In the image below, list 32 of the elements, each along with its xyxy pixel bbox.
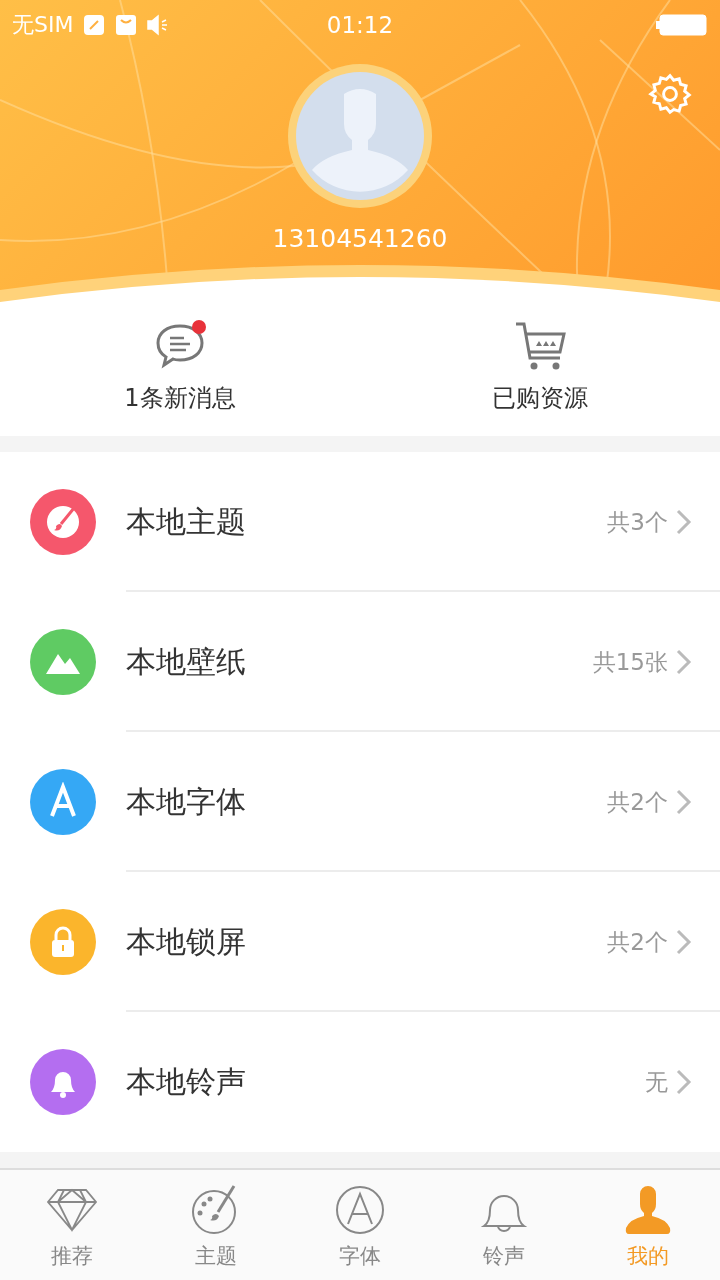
chevron-icon <box>676 929 692 955</box>
battery-icon <box>656 13 708 37</box>
item-count: 共15张 <box>592 647 668 677</box>
menu-label: 本地字体 <box>126 782 247 821</box>
quick-action-label[interactable]: 1条新消息 <box>124 382 236 414</box>
menu-row[interactable]: 本地字体 共2个 <box>0 732 720 872</box>
menu-row[interactable]: 本地壁纸 共15张 <box>0 592 720 732</box>
chevron-icon <box>676 509 692 535</box>
chevron-icon <box>676 789 692 815</box>
menu-label: 本地壁纸 <box>126 642 247 681</box>
item-count: 共2个 <box>607 787 668 817</box>
item-count: 共3个 <box>607 507 668 537</box>
chevron-icon <box>676 649 692 675</box>
chevron-icon <box>676 1069 692 1095</box>
menu-row[interactable]: 本地锁屏 共2个 <box>0 872 720 1012</box>
item-count: 无 <box>645 1067 668 1097</box>
tab-label: 主题 <box>195 1243 237 1270</box>
menu-label: 本地主题 <box>126 502 247 541</box>
menu-label: 本地锁屏 <box>126 922 247 961</box>
menu-row[interactable]: 本地主题 共3个 <box>0 452 720 592</box>
carrier-text: 无SIM <box>12 11 74 39</box>
tab-label: 我的 <box>627 1243 669 1270</box>
tab-label: 字体 <box>339 1243 381 1270</box>
clock-text: 01:12 <box>326 12 394 38</box>
item-count: 共2个 <box>607 927 668 957</box>
menu-label: 本地铃声 <box>126 1062 247 1101</box>
tab-label: 铃声 <box>483 1243 525 1270</box>
menu-row[interactable]: 本地铃声 无 <box>0 1012 720 1152</box>
phone-number: 13104541260 <box>272 224 448 253</box>
tab-label: 推荐 <box>51 1243 93 1270</box>
quick-action-label[interactable]: 已购资源 <box>492 382 588 414</box>
shopping-bag-icon <box>115 14 138 36</box>
